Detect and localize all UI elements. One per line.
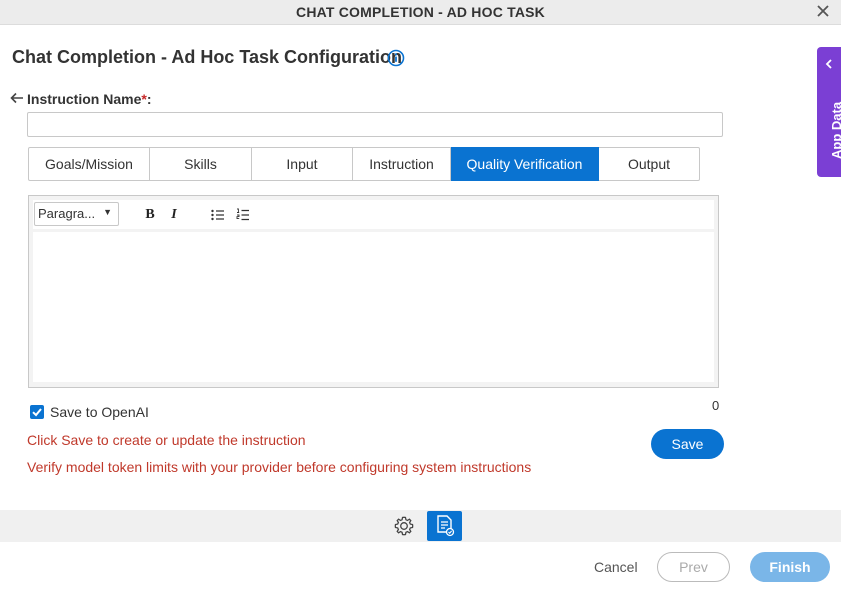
save-to-openai-checkbox[interactable]: [30, 405, 44, 419]
editor-toolbar: Paragra... ▼ B I: [33, 200, 714, 229]
rich-text-editor: Paragra... ▼ B I: [28, 195, 719, 388]
gear-icon[interactable]: [393, 515, 415, 537]
info-icon[interactable]: [387, 49, 405, 67]
numbered-list-button[interactable]: [233, 205, 253, 225]
editor-content-area[interactable]: [33, 232, 714, 382]
token-warning-message: Verify model token limits with your prov…: [27, 459, 532, 475]
tab-quality-verification[interactable]: Quality Verification: [451, 147, 599, 181]
instruction-name-label: Instruction Name*:: [27, 91, 152, 107]
chevron-left-icon: [825, 59, 832, 69]
tab-instruction[interactable]: Instruction: [353, 147, 451, 181]
window-title: CHAT COMPLETION - AD HOC TASK: [296, 4, 545, 20]
bottom-icon-bar: [0, 510, 841, 542]
back-arrow-icon[interactable]: [9, 91, 25, 105]
caret-down-icon: ▼: [103, 207, 112, 217]
tab-goals-mission[interactable]: Goals/Mission: [28, 147, 150, 181]
instruction-name-input[interactable]: [27, 112, 723, 137]
prev-button[interactable]: Prev: [657, 552, 730, 582]
bold-button[interactable]: B: [140, 205, 160, 225]
bullet-list-icon: [211, 209, 224, 221]
tab-input[interactable]: Input: [252, 147, 353, 181]
bullet-list-button[interactable]: [208, 205, 228, 225]
window-titlebar: CHAT COMPLETION - AD HOC TASK: [0, 0, 841, 25]
italic-button[interactable]: I: [164, 205, 184, 225]
app-data-label: App Data: [829, 101, 841, 159]
page-title: Chat Completion - Ad Hoc Task Configurat…: [12, 47, 402, 67]
app-data-panel-toggle[interactable]: App Data: [817, 47, 841, 177]
document-icon: [437, 515, 455, 537]
tab-bar: Goals/Mission Skills Input Instruction Q…: [28, 147, 700, 181]
close-icon[interactable]: [815, 3, 831, 19]
save-hint-message: Click Save to create or update the instr…: [27, 432, 306, 448]
tab-output[interactable]: Output: [599, 147, 700, 181]
save-button[interactable]: Save: [651, 429, 724, 459]
document-button[interactable]: [427, 511, 462, 541]
checkmark-icon: [32, 408, 42, 417]
save-to-openai-label: Save to OpenAI: [50, 404, 149, 420]
paragraph-format-select[interactable]: Paragra... ▼: [34, 202, 119, 226]
numbered-list-icon: [236, 208, 249, 221]
character-counter: 0: [712, 398, 720, 413]
tab-skills[interactable]: Skills: [150, 147, 252, 181]
finish-button[interactable]: Finish: [750, 552, 830, 582]
cancel-button[interactable]: Cancel: [594, 559, 638, 575]
